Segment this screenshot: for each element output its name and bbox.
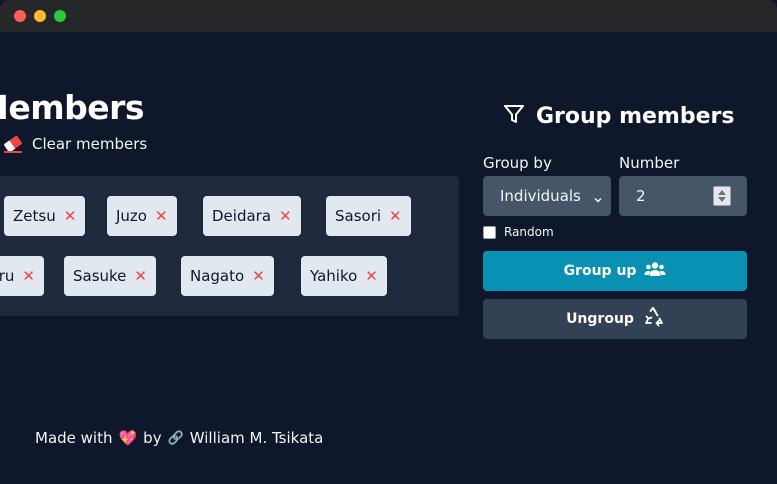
group-members-title: Group members (536, 103, 735, 129)
member-name: Deidara (212, 207, 272, 225)
link-icon: 🔗 (167, 430, 184, 446)
member-chip: Sasori ✕ (326, 196, 411, 236)
footer-by: by (143, 429, 162, 447)
ungroup-button[interactable]: Ungroup (483, 299, 747, 339)
users-icon (644, 261, 666, 281)
member-chip: Zetsu ✕ (4, 196, 86, 236)
window-titlebar (0, 0, 777, 32)
member-name: Yahiko (310, 267, 358, 285)
group-up-label: Group up (563, 263, 637, 279)
maximize-window-button[interactable] (54, 10, 66, 22)
member-chip: Deidara ✕ (203, 196, 301, 236)
remove-member-icon[interactable]: ✕ (64, 208, 77, 224)
member-chip: Juzo ✕ (107, 196, 177, 236)
footer-made-with: Made with (35, 429, 113, 447)
number-stepper[interactable] (713, 186, 731, 206)
footer: Made with 💖 by 🔗 William M. Tsikata (35, 429, 323, 447)
remove-member-icon[interactable]: ✕ (365, 268, 378, 284)
number-input[interactable]: 2 (619, 176, 747, 216)
members-title: Members (0, 88, 145, 127)
member-name: Juzo (116, 207, 147, 225)
number-value: 2 (636, 187, 646, 205)
member-name: Sasuke (73, 267, 127, 285)
stepper-up-icon[interactable] (718, 190, 726, 195)
members-list: Zetsu ✕ Juzo ✕ Deidara ✕ Sasori ✕ ru ✕ S… (0, 176, 459, 316)
member-name: Zetsu (13, 207, 56, 225)
member-name: Nagato (190, 267, 245, 285)
member-name: Sasori (335, 207, 382, 225)
member-chip: Yahiko ✕ (301, 256, 387, 296)
member-chip: Nagato ✕ (181, 256, 274, 296)
remove-member-icon[interactable]: ✕ (22, 268, 35, 284)
close-window-button[interactable] (14, 10, 26, 22)
ungroup-label: Ungroup (566, 311, 634, 327)
number-label: Number (619, 154, 680, 172)
random-option: Random (483, 225, 554, 239)
clear-members-label: Clear members (32, 135, 148, 153)
group-up-button[interactable]: Group up (483, 251, 747, 291)
member-chip: ru ✕ (0, 256, 44, 296)
remove-member-icon[interactable]: ✕ (155, 208, 168, 224)
stepper-down-icon[interactable] (718, 197, 726, 202)
group-by-label: Group by (483, 154, 552, 172)
chevron-down-icon (593, 190, 603, 209)
random-checkbox[interactable] (483, 225, 496, 239)
remove-member-icon[interactable]: ✕ (389, 208, 402, 224)
group-by-value: Individuals (500, 187, 581, 205)
filter-icon (502, 102, 526, 130)
minimize-window-button[interactable] (34, 10, 46, 22)
eraser-icon (2, 135, 24, 153)
author-link[interactable]: William M. Tsikata (190, 429, 324, 447)
remove-member-icon[interactable]: ✕ (279, 208, 292, 224)
group-members-heading: Group members (502, 100, 734, 132)
recycle-icon (642, 306, 664, 332)
member-name: ru (0, 267, 15, 285)
remove-member-icon[interactable]: ✕ (252, 268, 265, 284)
clear-members-button[interactable]: Clear members (2, 133, 147, 155)
group-by-select[interactable]: Individuals (483, 176, 611, 216)
random-label: Random (504, 225, 554, 239)
heart-icon: 💖 (118, 429, 138, 447)
remove-member-icon[interactable]: ✕ (134, 268, 147, 284)
member-chip: Sasuke ✕ (64, 256, 156, 296)
